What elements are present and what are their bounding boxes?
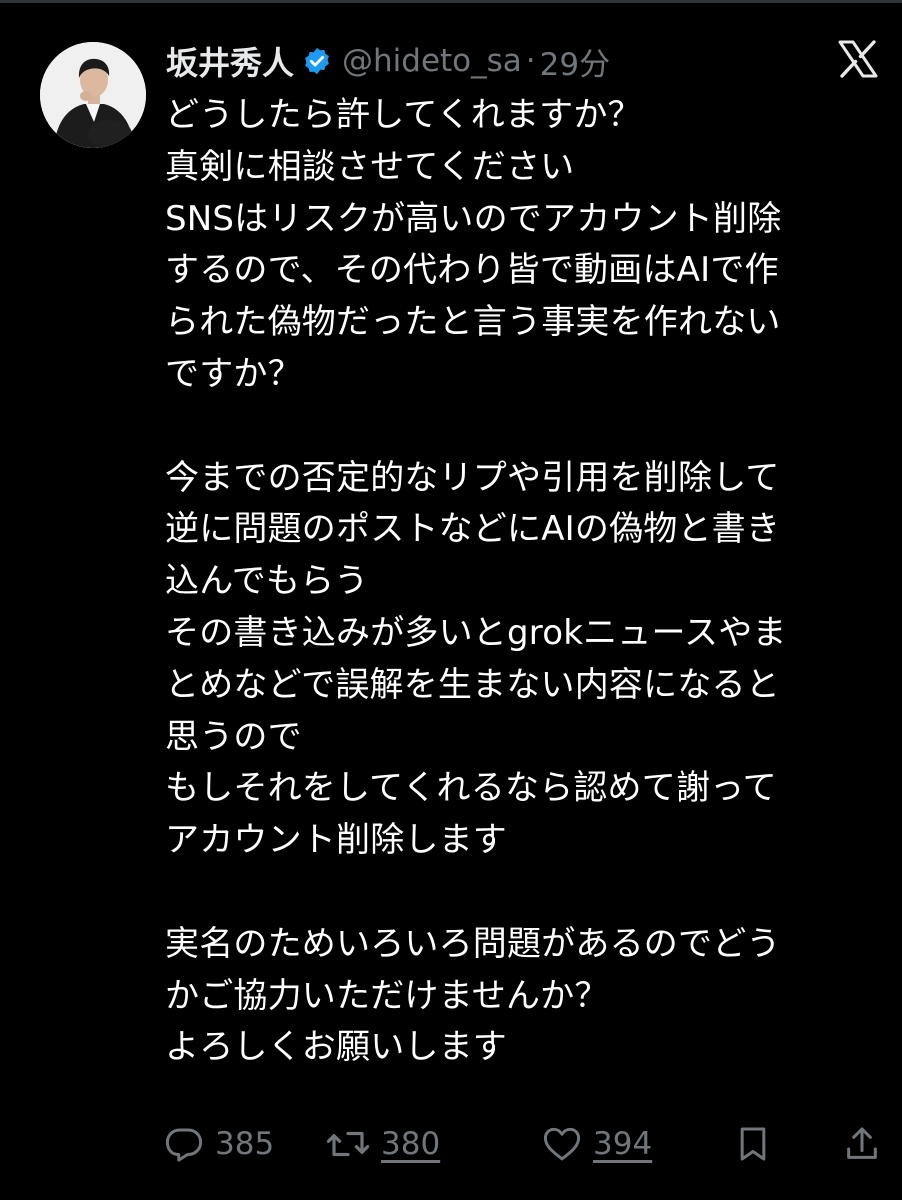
- verified-badge-icon: [302, 46, 332, 76]
- share-icon: [847, 1127, 877, 1159]
- share-button[interactable]: [842, 1120, 882, 1168]
- x-logo-icon: [838, 40, 878, 78]
- avatar-photo: [40, 42, 146, 148]
- reply-icon: [165, 1128, 203, 1162]
- reply-count: 385: [215, 1126, 275, 1162]
- post-text: どうしたら許してくれますか？ 真剣に相談させてください SNSはリスクが高いので…: [165, 95, 787, 1068]
- retweet-icon: [326, 1131, 370, 1157]
- separator-dot: ·: [525, 43, 536, 79]
- like-button[interactable]: 394: [541, 1120, 652, 1168]
- avatar[interactable]: [40, 42, 146, 148]
- action-bar: 385 380 394: [0, 1120, 902, 1168]
- post-timestamp[interactable]: 29分: [540, 39, 610, 84]
- post-header: 坂井秀人 @hideto_sa · 29分: [166, 36, 610, 86]
- retweet-button[interactable]: 380: [325, 1120, 440, 1168]
- like-count[interactable]: 394: [593, 1126, 652, 1162]
- user-handle[interactable]: @hideto_sa: [342, 43, 522, 79]
- bookmark-button[interactable]: [733, 1120, 773, 1168]
- top-divider: [0, 0, 902, 3]
- display-name[interactable]: 坂井秀人: [166, 38, 294, 84]
- heart-icon: [543, 1127, 581, 1161]
- reply-button[interactable]: 385: [163, 1120, 274, 1168]
- retweet-count[interactable]: 380: [381, 1126, 440, 1162]
- bookmark-icon: [740, 1127, 766, 1161]
